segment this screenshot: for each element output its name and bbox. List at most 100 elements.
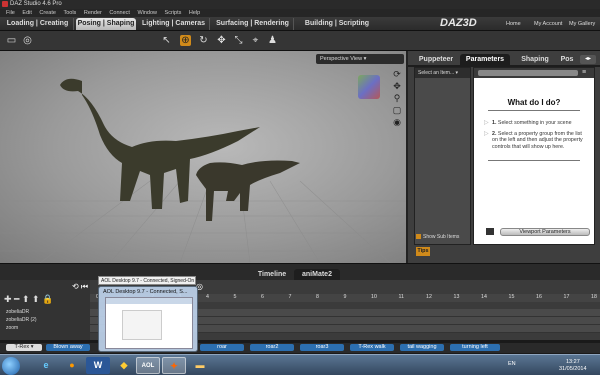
menu-file[interactable]: File — [6, 9, 15, 17]
internet-explorer-icon[interactable]: e — [34, 357, 58, 374]
tips-button[interactable]: Tips — [416, 247, 430, 256]
system-tray: EN 13:27 31/05/2014 — [506, 357, 600, 375]
language-indicator[interactable]: EN — [508, 361, 516, 367]
tab-puppeteer[interactable]: Puppeteer — [414, 54, 458, 65]
aol-tooltip: AOL Desktop 9.7 - Connected, Signed-On — [98, 276, 196, 285]
clock-time[interactable]: 13:27 — [566, 359, 580, 365]
tab-shaping[interactable]: Shaping — [514, 54, 556, 65]
folder-icon[interactable]: ▬ — [188, 357, 212, 374]
view-label: Perspective View — [320, 56, 363, 62]
ruler-tick: 14 — [481, 294, 487, 300]
menu-render[interactable]: Render — [84, 9, 102, 17]
app-icon[interactable]: ◆ — [112, 357, 136, 374]
aol-preview-thumbnail[interactable] — [105, 297, 193, 349]
menu-scripts[interactable]: Scripts — [165, 9, 182, 17]
figure-dropdown[interactable]: T-Rex ▾ — [6, 344, 42, 351]
scene-render — [0, 78, 406, 263]
ruler-tick: 13 — [453, 294, 460, 300]
tab-scroll-arrows-icon[interactable]: ◂▸ — [580, 55, 596, 64]
scale-tool-icon[interactable]: ⤡ — [233, 35, 244, 46]
ruler-tick: 9 — [343, 294, 347, 300]
link-my-gallery[interactable]: My Gallery — [569, 21, 595, 27]
link-home[interactable]: Home — [506, 21, 521, 27]
menu-connect[interactable]: Connect — [109, 9, 130, 17]
thumb-content — [122, 310, 162, 340]
daz-studio-window: DAZ Studio 4.6 Pro File Edit Create Tool… — [0, 0, 600, 375]
playback-controls-icon[interactable]: ✚ ━ ⬆ ⬆ 🔒 — [4, 294, 53, 305]
title-bar: DAZ Studio 4.6 Pro — [0, 0, 600, 9]
rotate-tool-icon[interactable]: ↻ — [198, 35, 209, 46]
clip-roar3[interactable]: roar3 — [300, 344, 344, 351]
aol-taskbar-preview[interactable]: AOL Desktop 9.7 - Connected, S... — [98, 286, 198, 352]
select-tool-icon[interactable]: ↖ — [161, 35, 172, 46]
tab-lighting-cameras[interactable]: Lighting | Cameras — [138, 18, 210, 30]
clip-turning-left[interactable]: turning left — [450, 344, 500, 351]
menu-tools[interactable]: Tools — [63, 9, 76, 17]
tab-surfacing-rendering[interactable]: Surfacing | Rendering — [212, 18, 294, 30]
clip-blown-away[interactable]: Blown away — [46, 344, 90, 351]
aol-taskbar-icon[interactable]: AOL — [136, 357, 160, 374]
viewport-parameters-button[interactable]: Viewport Parameters — [500, 228, 590, 236]
start-button-icon[interactable] — [2, 357, 20, 375]
rotate-view-icon[interactable]: ⟳ — [392, 69, 402, 79]
clip-tail-wagging[interactable]: tail wagging — [400, 344, 444, 351]
divider — [488, 160, 580, 161]
tab-loading-creating[interactable]: Loading | Creating — [2, 18, 74, 30]
menu-bar: File Edit Create Tools Render Connect Wi… — [0, 9, 600, 17]
timeline-header: Timeline aniMate2 — [0, 263, 600, 281]
node-selection-tool-icon[interactable]: ⊕ — [180, 35, 191, 46]
track-zobeliadr[interactable]: zobeliaDR — [6, 309, 64, 315]
parameters-pane: Puppeteer Parameters Shaping Pos ◂▸ Sele… — [406, 51, 600, 263]
track-zobeliadr-2[interactable]: zobeliaDR (2) — [6, 317, 64, 323]
link-my-account[interactable]: My Account — [534, 21, 562, 27]
tab-building-scripting[interactable]: Building | Scripting — [296, 18, 378, 30]
ruler-tick: 5 — [233, 294, 237, 300]
small-sauropod — [196, 160, 300, 221]
window-title: DAZ Studio 4.6 Pro — [10, 1, 62, 7]
select-item-dropdown[interactable]: Select an Item... ▾ — [415, 68, 470, 78]
help-heading: What do I do? — [507, 98, 561, 107]
tab-posing[interactable]: Pos — [558, 54, 576, 65]
figure-tool-icon[interactable]: ♟ — [267, 35, 278, 46]
word-icon[interactable]: W — [86, 357, 110, 374]
orbit-view-icon[interactable]: ◉ — [392, 117, 402, 127]
daz-taskbar-icon[interactable]: ✦ — [162, 357, 186, 374]
tab-parameters[interactable]: Parameters — [460, 54, 510, 65]
arrow-icon: ▷ — [484, 131, 489, 137]
clip-trex-walk[interactable]: T-Rex walk — [350, 344, 394, 351]
figure-dropdown-label: T-Rex — [14, 344, 30, 350]
ruler-tick: 16 — [536, 294, 542, 300]
menu-icon[interactable]: ≡ — [582, 69, 586, 76]
tab-posing-shaping[interactable]: Posing | Shaping — [76, 18, 136, 30]
clip-roar2[interactable]: roar2 — [250, 344, 294, 351]
target-icon[interactable]: ◎ — [22, 35, 33, 46]
viewport-layout-icon[interactable]: ▭ — [6, 35, 17, 46]
frame-view-icon[interactable]: ▢ — [392, 105, 402, 115]
ruler-tick: 17 — [563, 294, 570, 300]
step-1-number: 1. — [492, 120, 497, 126]
help-step-2: ▷ 2. Select a property group from the lis… — [484, 131, 588, 150]
firefox-icon[interactable]: ● — [60, 357, 84, 374]
menu-edit[interactable]: Edit — [22, 9, 31, 17]
clip-roar[interactable]: roar — [200, 344, 244, 351]
property-groups-list[interactable]: Select an Item... ▾ Show Sub Items — [414, 67, 471, 245]
region-navigator-icon[interactable]: ⌖ — [250, 35, 261, 46]
arrow-icon: ▷ — [484, 120, 489, 126]
zoom-view-icon[interactable]: ⚲ — [392, 93, 402, 103]
ruler-tick: 12 — [426, 294, 432, 300]
pan-view-icon[interactable]: ✥ — [392, 81, 402, 91]
loop-play-icon[interactable]: ⟲ ⏮ — [72, 282, 88, 292]
view-cube-icon[interactable] — [358, 75, 380, 99]
show-sub-items-checkbox[interactable]: Show Sub Items — [416, 234, 459, 240]
toolbar: ▭ ◎ ↖ ⊕ ↻ ✥ ⤡ ⌖ ♟ — [0, 31, 600, 51]
move-tool-icon[interactable]: ✥ — [216, 35, 227, 46]
menu-create[interactable]: Create — [39, 9, 56, 17]
search-input[interactable] — [478, 70, 578, 76]
animate2-panel: ✚ ━ ⬆ ⬆ 🔒 zobeliaDR zobeliaDR (2) zoom ⟲… — [0, 280, 600, 340]
search-bar: ≡ — [474, 68, 594, 78]
clock-date[interactable]: 31/05/2014 — [559, 366, 587, 372]
menu-window[interactable]: Window — [137, 9, 157, 17]
menu-help[interactable]: Help — [189, 9, 200, 17]
3d-viewport[interactable]: Perspective View ▾ ⟳ ✥ ⚲ ▢ ◉ — [0, 51, 406, 263]
perspective-view-dropdown[interactable]: Perspective View ▾ — [316, 54, 404, 64]
